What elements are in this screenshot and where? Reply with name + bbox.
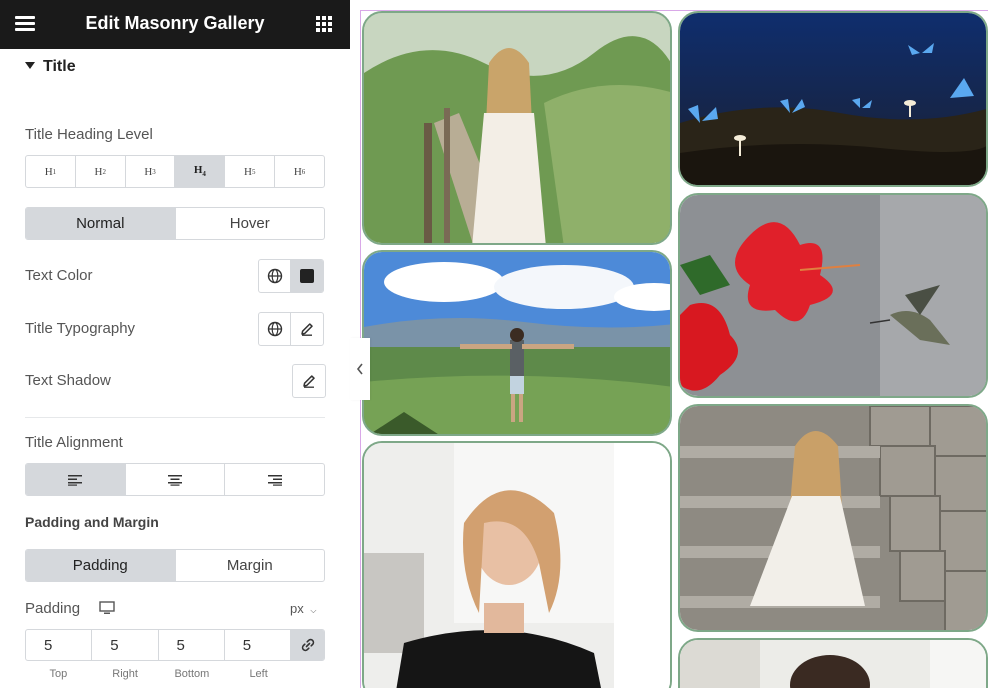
heading-level-selector: H1 H2 H3 H4 H5 H6 (25, 155, 325, 188)
gallery-image-woman-garden[interactable] (362, 11, 672, 245)
alignment-label: Title Alignment (25, 434, 123, 451)
edit-text-shadow-button[interactable] (293, 365, 325, 397)
text-shadow-controls (292, 364, 326, 398)
unit-selector[interactable]: px ⌵ (290, 601, 316, 616)
padding-top-input[interactable]: 5 (26, 630, 93, 660)
photo-man-mountains (364, 252, 670, 434)
gallery-image-man-mountains[interactable] (362, 250, 672, 436)
globe-icon (267, 268, 282, 284)
padding-label: Padding (25, 600, 81, 617)
tab-margin[interactable]: Margin (176, 550, 325, 581)
align-right-button[interactable] (225, 464, 324, 495)
text-color-label: Text Color (25, 267, 93, 284)
padding-bottom-input[interactable]: 5 (159, 630, 225, 660)
photo-woman-garden (364, 13, 670, 243)
align-left-icon (68, 474, 83, 486)
heading-h5-button[interactable]: H5 (225, 156, 276, 187)
color-swatch (300, 269, 314, 283)
tab-padding[interactable]: Padding (26, 550, 176, 581)
heading-h3-button[interactable]: H3 (126, 156, 176, 187)
color-picker-button[interactable] (291, 260, 323, 292)
globe-icon (267, 321, 282, 337)
tab-normal[interactable]: Normal (26, 208, 176, 239)
alignment-selector (25, 463, 325, 496)
photo-hibiscus (680, 195, 986, 396)
align-left-button[interactable] (26, 464, 126, 495)
collapse-panel-button[interactable] (350, 338, 370, 400)
link-values-button[interactable] (291, 630, 324, 660)
global-colors-button[interactable] (259, 260, 291, 292)
caption-right: Right (112, 668, 138, 680)
photo-woman-partial (680, 640, 986, 688)
editor-panel: Edit Masonry Gallery Title Title Heading… (0, 0, 350, 688)
caption-bottom: Bottom (174, 668, 210, 680)
heading-h2-button[interactable]: H2 (76, 156, 126, 187)
align-right-icon (267, 474, 282, 486)
section-title: Title (43, 58, 76, 75)
text-color-controls (258, 259, 324, 293)
gallery-image-butterflies[interactable] (678, 11, 988, 187)
pencil-icon (303, 375, 315, 388)
padding-captions: Top Right Bottom Left (25, 668, 292, 680)
photo-butterflies (680, 13, 986, 185)
section-toggle-title[interactable]: Title (25, 58, 76, 76)
align-center-button[interactable] (126, 464, 226, 495)
caption-left: Left (249, 668, 268, 680)
gallery-image-woman-portrait[interactable] (362, 441, 672, 688)
gallery-preview (350, 0, 988, 688)
heading-h6-button[interactable]: H6 (275, 156, 324, 187)
gallery-image-woman-steps[interactable] (678, 404, 988, 632)
text-shadow-label: Text Shadow (25, 372, 111, 389)
heading-h1-button[interactable]: H1 (26, 156, 76, 187)
tab-hover[interactable]: Hover (176, 208, 325, 239)
panel-title: Edit Masonry Gallery (85, 13, 265, 33)
unit-value: px (290, 601, 304, 616)
divider (25, 417, 325, 418)
pencil-icon (301, 323, 313, 336)
panel-header: Edit Masonry Gallery (0, 0, 350, 49)
edit-typography-button[interactable] (291, 313, 323, 345)
photo-woman-steps (680, 406, 986, 630)
typography-controls (258, 312, 324, 346)
desktop-icon[interactable] (99, 601, 115, 615)
padding-margin-tabs: Padding Margin (25, 549, 325, 582)
typography-label: Title Typography (25, 320, 136, 337)
gallery-image-hibiscus[interactable] (678, 193, 988, 398)
heading-level-label: Title Heading Level (25, 126, 153, 143)
link-icon (301, 638, 314, 652)
gallery-image-woman-partial[interactable] (678, 638, 988, 688)
chevron-left-icon (356, 363, 363, 375)
photo-woman-portrait (364, 443, 670, 688)
padding-right-input[interactable]: 5 (92, 630, 159, 660)
grid-icon[interactable] (316, 16, 332, 32)
align-center-icon (168, 474, 182, 486)
caret-down-icon (25, 62, 35, 69)
padding-left-input[interactable]: 5 (225, 630, 291, 660)
padding-inputs: 5 5 5 5 (25, 629, 325, 661)
chevron-down-icon: ⌵ (310, 606, 317, 615)
global-typography-button[interactable] (259, 313, 291, 345)
caption-top: Top (49, 668, 68, 680)
heading-h4-button[interactable]: H4 (175, 156, 226, 187)
padding-margin-heading: Padding and Margin (25, 514, 159, 530)
state-tabs: Normal Hover (25, 207, 325, 240)
